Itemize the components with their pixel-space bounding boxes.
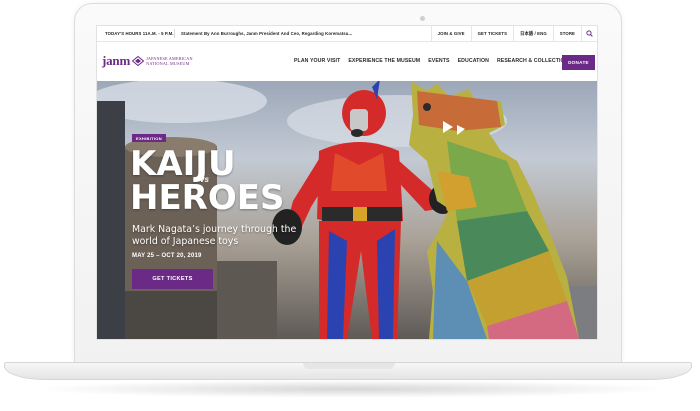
camera-icon — [420, 16, 425, 21]
hero-title-line-1: KAIJU — [130, 144, 236, 184]
search-icon — [586, 30, 593, 37]
main-nav: PLAN YOUR VISIT EXPERIENCE THE MUSEUM EV… — [294, 42, 580, 80]
hero-subtitle: Mark Nagata’s journey through the world … — [132, 224, 297, 247]
main-header: janm JAPANESE AMERICAN NATIONAL MUSEUM P… — [97, 42, 597, 80]
nav-experience-the-museum[interactable]: EXPERIENCE THE MUSEUM — [348, 58, 420, 64]
exhibition-dates: MAY 25 – OCT 20, 2019 — [132, 253, 202, 259]
laptop-notch — [303, 363, 395, 369]
todays-hours: TODAY'S HOURS 11A.M. - 5 P.M. — [105, 31, 174, 36]
utility-bar: TODAY'S HOURS 11A.M. - 5 P.M. Statement … — [97, 26, 597, 42]
browser-screen: TODAY'S HOURS 11A.M. - 5 P.M. Statement … — [96, 25, 598, 340]
nav-plan-your-visit[interactable]: PLAN YOUR VISIT — [294, 58, 340, 64]
get-tickets-button[interactable]: GET TICKETS — [132, 269, 213, 289]
utility-links: JOIN & GIVE GET TICKETS 日本語 / ENG STORE — [430, 26, 597, 41]
logo-subtitle: JAPANESE AMERICAN NATIONAL MUSEUM — [146, 56, 206, 66]
get-tickets-link[interactable]: GET TICKETS — [470, 26, 514, 41]
language-toggle[interactable]: 日本語 / ENG — [513, 26, 553, 41]
nav-research-collections[interactable]: RESEARCH & COLLECTIONS — [497, 58, 572, 64]
news-ticker-link[interactable]: Statement By Ann Burroughs, Janm Preside… — [175, 31, 431, 36]
laptop-shadow — [30, 380, 670, 398]
laptop-base — [4, 362, 692, 380]
nav-education[interactable]: EDUCATION — [458, 58, 489, 64]
store-link[interactable]: STORE — [552, 26, 581, 41]
janm-logo[interactable]: janm JAPANESE AMERICAN NATIONAL MUSEUM — [97, 53, 206, 69]
hero-title-line-2: HEROES — [130, 178, 285, 218]
logo-line-2: NATIONAL MUSEUM — [146, 61, 190, 66]
logo-diamond-icon — [132, 56, 145, 66]
donate-button[interactable]: DONATE — [562, 55, 595, 70]
search-button[interactable] — [581, 26, 597, 41]
join-give-link[interactable]: JOIN & GIVE — [430, 26, 471, 41]
logo-wordmark: janm — [102, 53, 131, 68]
hero-banner: EXHIBITION KAIJU vs HEROES Mark Nagata’s… — [97, 81, 597, 339]
nav-events[interactable]: EVENTS — [428, 58, 449, 64]
exhibition-badge: EXHIBITION — [132, 134, 166, 142]
